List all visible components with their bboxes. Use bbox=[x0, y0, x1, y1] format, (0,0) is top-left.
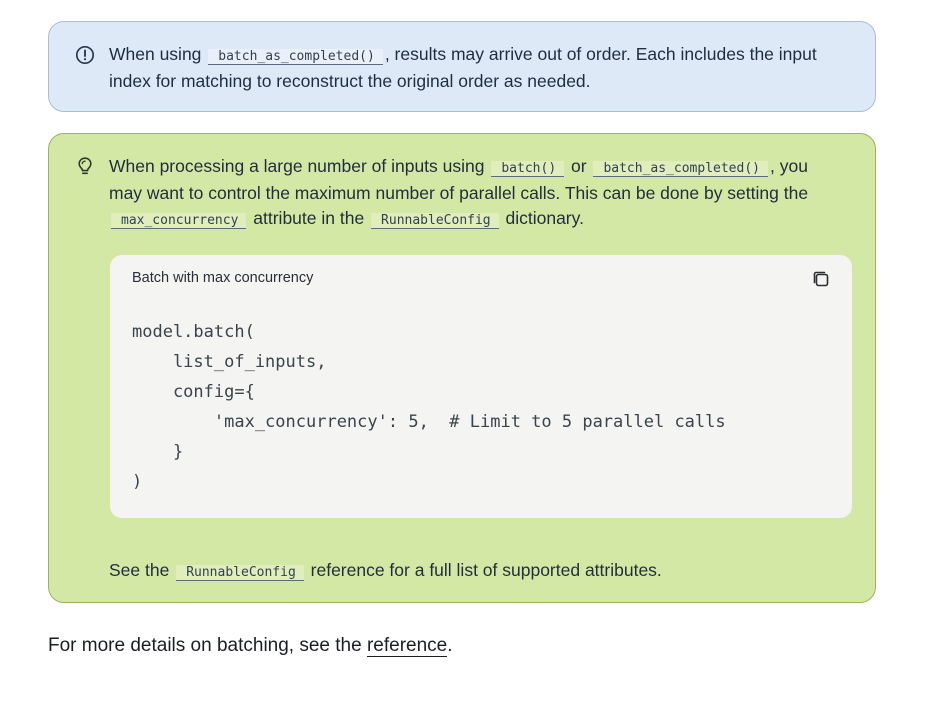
reference-link[interactable]: reference bbox=[366, 635, 448, 657]
lightbulb-icon bbox=[78, 157, 92, 175]
inline-code: max_concurrency bbox=[111, 213, 247, 229]
tip-callout: When processing a large number of inputs… bbox=[48, 133, 876, 603]
batching-details-text: For more details on batching, see the re… bbox=[48, 635, 453, 657]
code-content: model.batch( list_of_inputs, config={ 'm… bbox=[132, 322, 726, 492]
info-circle-icon bbox=[75, 45, 95, 65]
code-block-title: Batch with max concurrency bbox=[132, 270, 314, 286]
tip-intro-text: When processing a large number of inputs… bbox=[109, 156, 809, 229]
info-callout: When using batch_as_completed(), results… bbox=[48, 21, 876, 112]
tip-footer-text: See the RunnableConfig reference for a f… bbox=[109, 560, 662, 581]
inline-code: batch_as_completed() bbox=[593, 161, 768, 177]
info-callout-text: When using batch_as_completed(), results… bbox=[109, 44, 817, 91]
copy-icon[interactable] bbox=[810, 268, 832, 290]
inline-code: RunnableConfig bbox=[371, 213, 499, 229]
inline-code: batch() bbox=[491, 161, 565, 177]
inline-code: batch_as_completed() bbox=[208, 49, 383, 65]
code-block: Batch with max concurrency model.batch( … bbox=[110, 255, 852, 518]
inline-code: RunnableConfig bbox=[176, 565, 304, 581]
